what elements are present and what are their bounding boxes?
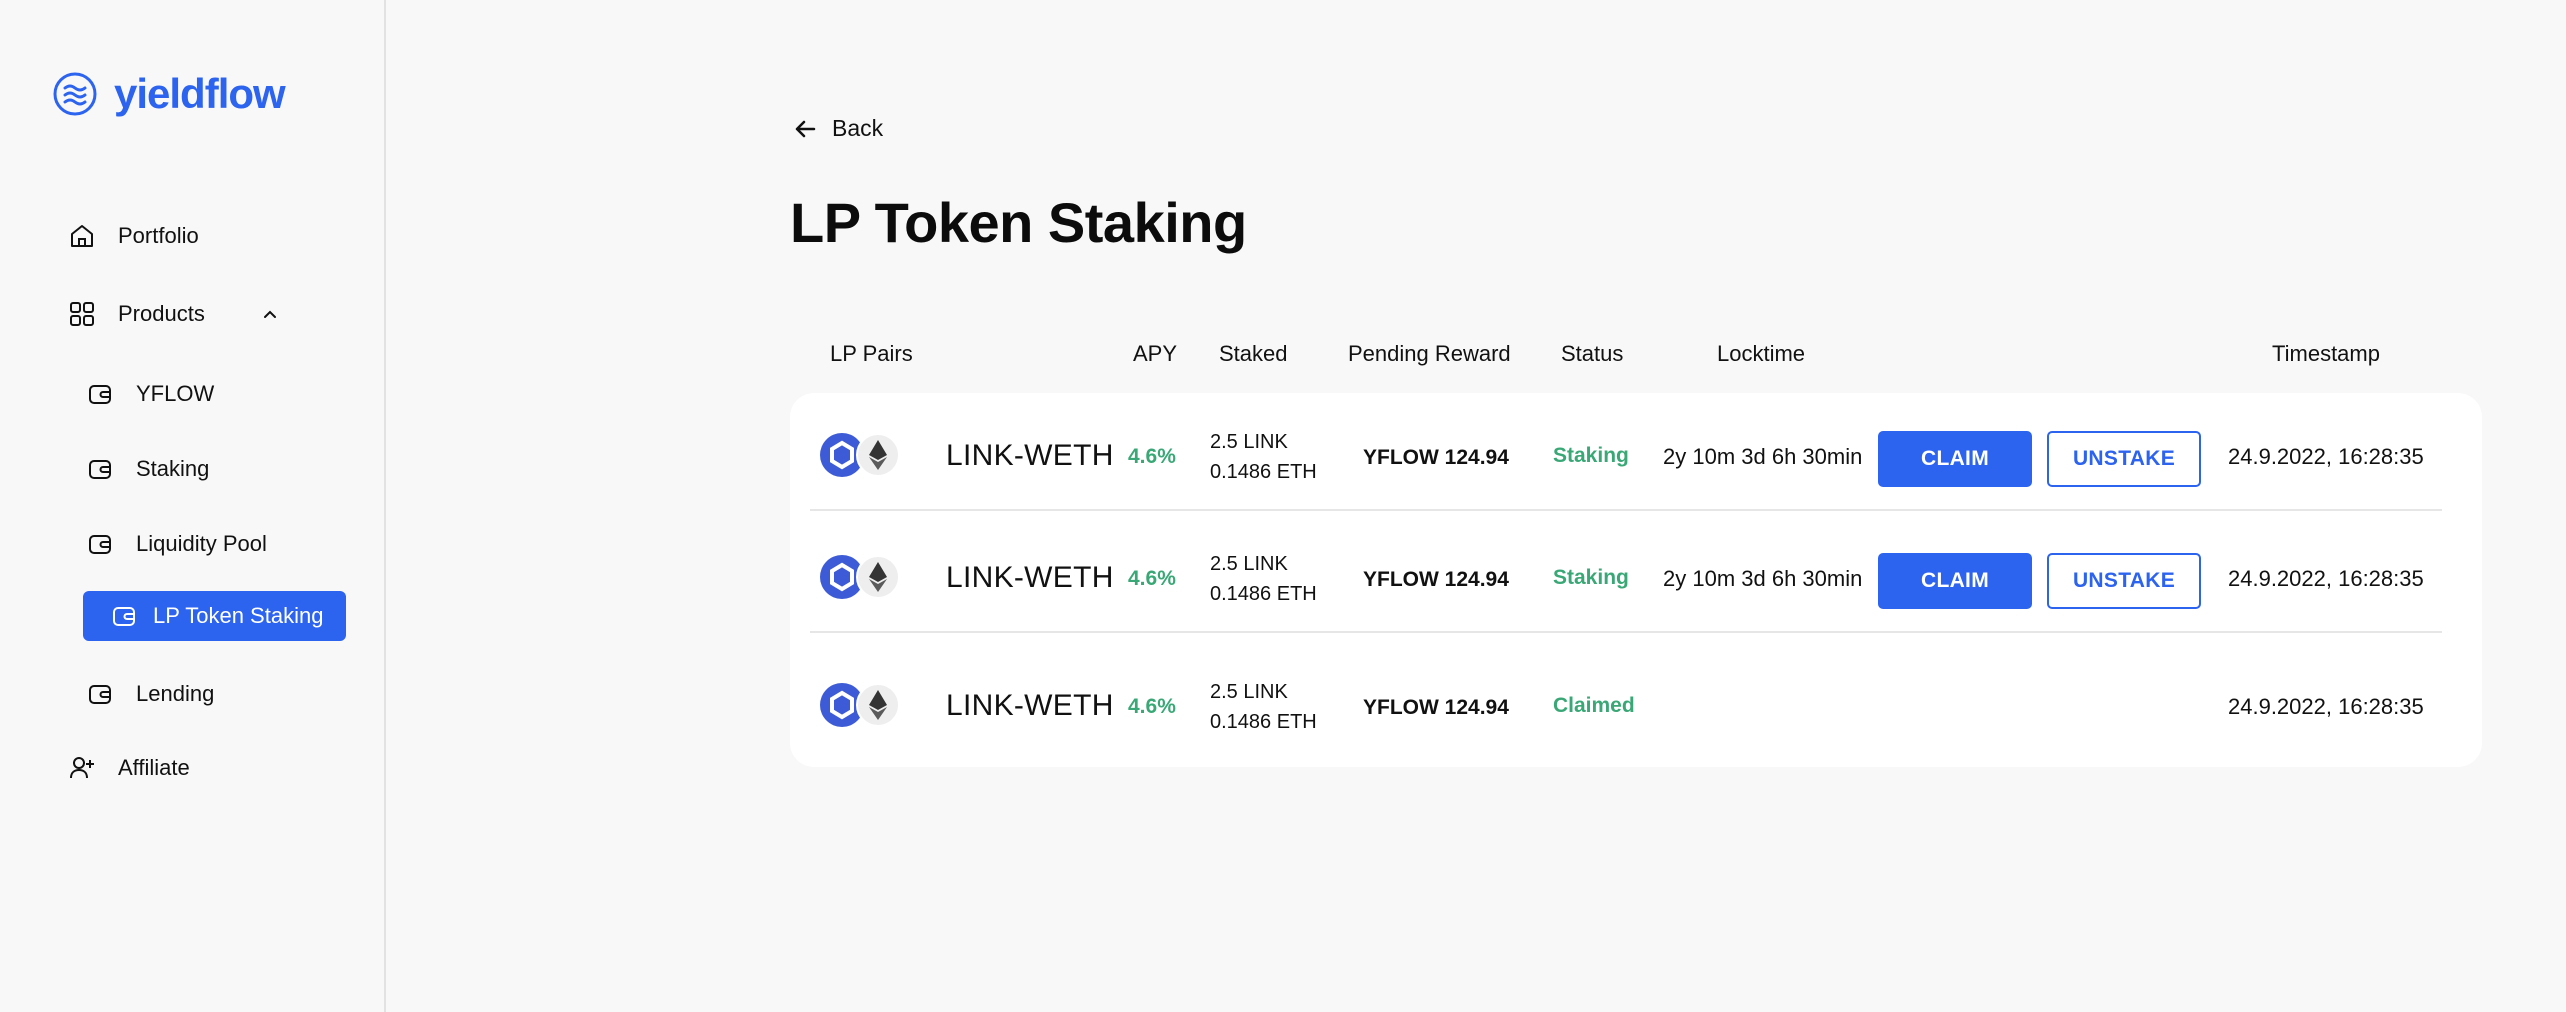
wallet-icon — [111, 603, 137, 629]
sidebar-item-staking[interactable]: Staking — [86, 455, 209, 483]
claim-button[interactable]: CLAIM — [1878, 431, 2032, 487]
timestamp: 24.9.2022, 16:28:35 — [2228, 694, 2424, 719]
staked-link: 2.5 LINK — [1210, 431, 1288, 453]
apy-value: 4.6% — [1128, 445, 1176, 468]
table-row: LINK-WETH 4.6% 2.5 LINK 0.1486 ETH YFLOW… — [810, 643, 2442, 761]
column-header-status: Status — [1561, 341, 1624, 366]
column-header-apy: APY — [1133, 341, 1178, 366]
staked-amounts: 2.5 LINK 0.1486 ETH — [1210, 427, 1317, 487]
staked-link: 2.5 LINK — [1210, 553, 1288, 575]
wallet-icon — [86, 380, 114, 408]
status-badge: Staking — [1553, 444, 1629, 467]
ethereum-icon — [856, 433, 900, 477]
pair-name: LINK-WETH — [946, 561, 1114, 594]
timestamp: 24.9.2022, 16:28:35 — [2228, 444, 2424, 469]
app-name: yieldflow — [114, 70, 286, 117]
yieldflow-logo-icon — [53, 72, 97, 116]
staked-eth: 0.1486 ETH — [1210, 711, 1317, 733]
back-link[interactable]: Back — [794, 115, 883, 142]
apy-value: 4.6% — [1128, 567, 1176, 590]
grid-icon — [68, 300, 96, 328]
locktime: 2y 10m 3d 6h 30min — [1663, 444, 1863, 469]
table-row: LINK-WETH 4.6% 2.5 LINK 0.1486 ETH YFLOW… — [810, 393, 2442, 511]
sidebar-item-label: Portfolio — [118, 223, 199, 248]
column-header-lp-pairs: LP Pairs — [830, 341, 913, 366]
sidebar-item-yflow[interactable]: YFLOW — [86, 380, 214, 408]
user-plus-icon — [68, 754, 96, 782]
unstake-button[interactable]: UNSTAKE — [2047, 553, 2201, 609]
sidebar-item-label: Lending — [136, 681, 215, 706]
token-pair-icons — [820, 555, 900, 599]
token-pair-icons — [820, 683, 900, 727]
apy-value: 4.6% — [1128, 695, 1176, 718]
wallet-icon — [86, 680, 114, 708]
home-icon — [68, 222, 96, 250]
sidebar-item-label: YFLOW — [136, 381, 215, 406]
staked-eth: 0.1486 ETH — [1210, 583, 1317, 605]
column-header-pending-reward: Pending Reward — [1348, 341, 1511, 366]
staked-eth: 0.1486 ETH — [1210, 461, 1317, 483]
back-label: Back — [832, 115, 884, 141]
claim-button[interactable]: CLAIM — [1878, 553, 2032, 609]
status-badge: Claimed — [1553, 694, 1635, 717]
table-row: LINK-WETH 4.6% 2.5 LINK 0.1486 ETH YFLOW… — [810, 515, 2442, 633]
pending-reward: YFLOW 124.94 — [1363, 568, 1509, 591]
sidebar-item-label: Affiliate — [118, 755, 190, 780]
unstake-button[interactable]: UNSTAKE — [2047, 431, 2201, 487]
locktime: 2y 10m 3d 6h 30min — [1663, 566, 1863, 591]
ethereum-icon — [856, 683, 900, 727]
timestamp: 24.9.2022, 16:28:35 — [2228, 566, 2424, 591]
sidebar-item-lp-token-staking[interactable]: LP Token Staking — [83, 591, 346, 641]
ethereum-icon — [856, 555, 900, 599]
sidebar-item-portfolio[interactable]: Portfolio — [68, 222, 199, 250]
staked-amounts: 2.5 LINK 0.1486 ETH — [1210, 549, 1317, 609]
column-header-locktime: Locktime — [1717, 341, 1806, 366]
chevron-up-icon[interactable] — [263, 309, 277, 319]
sidebar-item-products[interactable]: Products — [68, 300, 277, 328]
sidebar-item-label: LP Token Staking — [153, 603, 324, 628]
wallet-icon — [86, 455, 114, 483]
page-title: LP Token Staking — [790, 191, 1247, 254]
sidebar: yieldflow Portfolio Products YFLOW Staki… — [0, 0, 386, 1012]
sidebar-item-label: Liquidity Pool — [136, 531, 267, 556]
staked-link: 2.5 LINK — [1210, 681, 1288, 703]
wallet-icon — [86, 530, 114, 558]
token-pair-icons — [820, 433, 900, 477]
logo[interactable]: yieldflow — [52, 70, 286, 118]
sidebar-item-affiliate[interactable]: Affiliate — [68, 754, 190, 782]
arrow-left-icon — [794, 119, 816, 139]
sidebar-item-liquidity-pool[interactable]: Liquidity Pool — [86, 530, 267, 558]
staking-table-card: LINK-WETH 4.6% 2.5 LINK 0.1486 ETH YFLOW… — [790, 393, 2482, 767]
column-header-timestamp: Timestamp — [2272, 341, 2380, 366]
sidebar-item-lending[interactable]: Lending — [86, 680, 214, 708]
column-header-staked: Staked — [1219, 341, 1288, 366]
status-badge: Staking — [1553, 566, 1629, 589]
sidebar-item-label: Staking — [136, 456, 210, 481]
pending-reward: YFLOW 124.94 — [1363, 446, 1509, 469]
pair-name: LINK-WETH — [946, 439, 1114, 472]
staked-amounts: 2.5 LINK 0.1486 ETH — [1210, 677, 1317, 737]
pair-name: LINK-WETH — [946, 689, 1114, 722]
sidebar-item-label: Products — [118, 301, 205, 326]
pending-reward: YFLOW 124.94 — [1363, 696, 1509, 719]
